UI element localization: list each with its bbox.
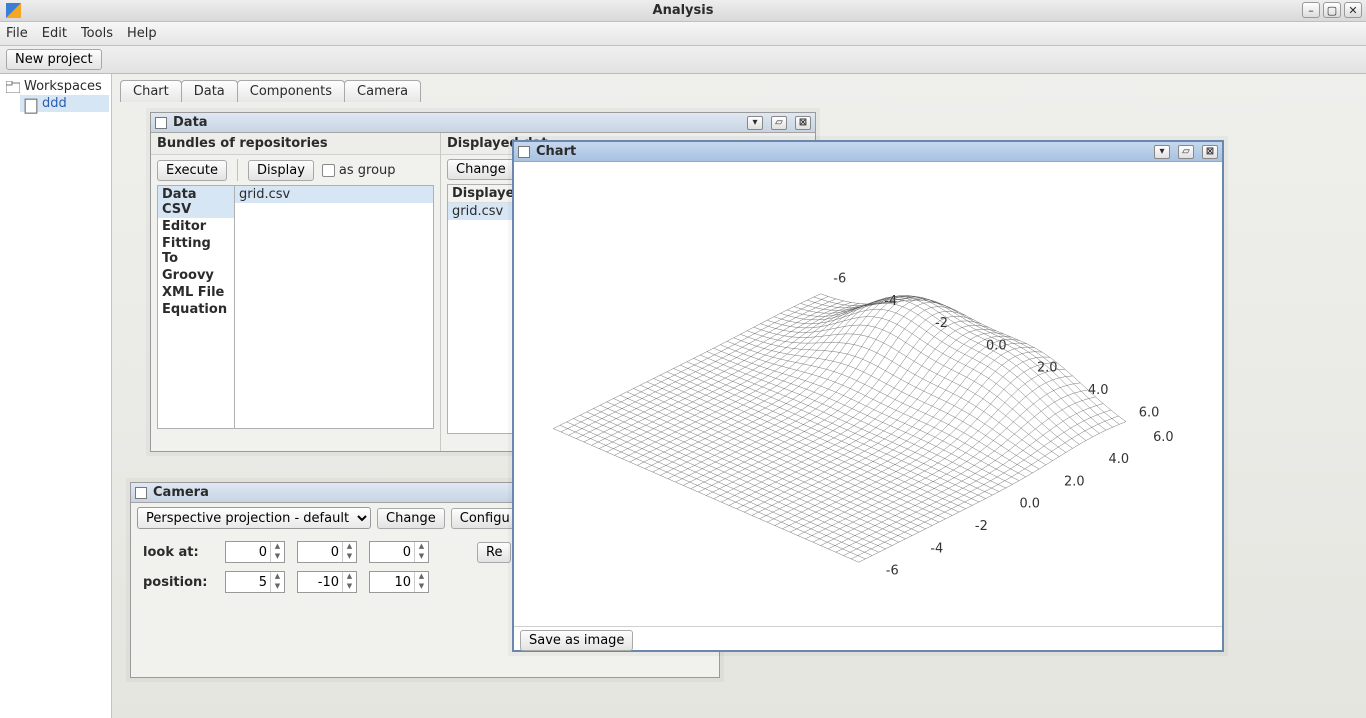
position-y-input[interactable] <box>298 575 342 590</box>
data-window-header[interactable]: Data ▾ ▱ ⊠ <box>151 113 815 133</box>
chart-window-title: Chart <box>536 144 576 159</box>
lookat-z-input[interactable] <box>370 545 414 560</box>
as-group-checkbox[interactable]: as group <box>322 163 396 178</box>
position-x-input[interactable] <box>226 575 270 590</box>
maximize-icon[interactable]: ▱ <box>771 116 787 130</box>
lookat-y-input[interactable] <box>298 545 342 560</box>
lookat-x-input[interactable] <box>226 545 270 560</box>
execute-button[interactable]: Execute <box>157 160 227 181</box>
menu-tools[interactable]: Tools <box>81 26 113 41</box>
position-z-input[interactable] <box>370 575 414 590</box>
display-button[interactable]: Display <box>248 160 314 181</box>
main-area: Workspaces ddd Chart Data Components Cam… <box>0 74 1366 718</box>
toolbar: New project <box>0 46 1366 74</box>
window-icon <box>518 146 530 158</box>
tab-camera[interactable]: Camera <box>344 80 421 102</box>
chart-window[interactable]: Chart ▾ ▱ ⊠ -6 -6 -4 -4 -2 -2 0.0 0.0 2.0 2.0 4.0 4… <box>512 140 1224 652</box>
chart-footer: Save as image <box>514 626 1222 654</box>
tree-root[interactable]: Workspaces <box>2 78 109 95</box>
svg-text:-6: -6 <box>886 564 899 579</box>
position-y-spinner[interactable]: ▲▼ <box>297 571 357 593</box>
menu-file[interactable]: File <box>6 26 28 41</box>
tab-data[interactable]: Data <box>181 80 238 102</box>
new-project-button[interactable]: New project <box>6 49 102 70</box>
lookat-x-spinner[interactable]: ▲▼ <box>225 541 285 563</box>
tree-root-label: Workspaces <box>24 79 102 94</box>
workspace-canvas: Chart Data Components Camera Data ▾ ▱ ⊠ … <box>112 74 1366 718</box>
iconify-icon[interactable]: ▾ <box>747 116 763 130</box>
repository-file-list[interactable]: grid.csv <box>235 185 434 429</box>
tab-chart[interactable]: Chart <box>120 80 182 102</box>
window-buttons: – ▢ ✕ <box>1302 2 1362 18</box>
tab-components[interactable]: Components <box>237 80 345 102</box>
position-x-spinner[interactable]: ▲▼ <box>225 571 285 593</box>
list-item[interactable]: Fitting To <box>158 235 234 267</box>
tree-child[interactable]: ddd <box>20 95 109 112</box>
svg-text:6.0: 6.0 <box>1139 405 1160 420</box>
lookat-label: look at: <box>143 545 213 560</box>
view-tabs: Chart Data Components Camera <box>120 80 1366 102</box>
repository-type-list[interactable]: Data CSV Editor Fitting To Groovy XML Fi… <box>157 185 235 429</box>
menu-help[interactable]: Help <box>127 26 157 41</box>
camera-reset-button[interactable]: Re <box>477 542 511 563</box>
close-button[interactable]: ✕ <box>1344 2 1362 18</box>
maximize-icon[interactable]: ▱ <box>1178 145 1194 159</box>
chart-window-header[interactable]: Chart ▾ ▱ ⊠ <box>514 142 1222 162</box>
window-title: Analysis <box>653 3 714 18</box>
svg-text:0.0: 0.0 <box>1019 497 1040 512</box>
svg-text:-2: -2 <box>935 316 948 331</box>
menubar: File Edit Tools Help <box>0 22 1366 46</box>
lookat-y-spinner[interactable]: ▲▼ <box>297 541 357 563</box>
svg-text:6.0: 6.0 <box>1153 430 1174 445</box>
file-icon <box>24 98 38 110</box>
change-displayed-button[interactable]: Change <box>447 159 515 180</box>
list-item[interactable]: XML File <box>158 284 234 301</box>
position-label: position: <box>143 575 213 590</box>
close-icon[interactable]: ⊠ <box>1202 145 1218 159</box>
os-titlebar: Analysis – ▢ ✕ <box>0 0 1366 22</box>
iconify-icon[interactable]: ▾ <box>1154 145 1170 159</box>
svg-text:4.0: 4.0 <box>1109 452 1130 467</box>
minimize-button[interactable]: – <box>1302 2 1320 18</box>
camera-window-title: Camera <box>153 485 209 500</box>
lookat-z-spinner[interactable]: ▲▼ <box>369 541 429 563</box>
svg-text:0.0: 0.0 <box>986 338 1007 353</box>
folder-icon <box>6 81 20 93</box>
list-item[interactable]: Data CSV <box>158 186 234 218</box>
list-item[interactable]: grid.csv <box>235 186 433 203</box>
window-icon <box>155 117 167 129</box>
chart-3d-canvas[interactable]: -6 -6 -4 -4 -2 -2 0.0 0.0 2.0 2.0 4.0 4.0 6.0 6.0 <box>514 162 1222 622</box>
list-item[interactable]: Equation <box>158 301 234 318</box>
svg-text:2.0: 2.0 <box>1037 361 1058 376</box>
menu-edit[interactable]: Edit <box>42 26 67 41</box>
svg-text:-6: -6 <box>833 272 846 287</box>
position-z-spinner[interactable]: ▲▼ <box>369 571 429 593</box>
camera-configure-button[interactable]: Configu <box>451 508 519 529</box>
svg-text:-4: -4 <box>930 541 943 556</box>
svg-text:4.0: 4.0 <box>1088 383 1109 398</box>
maximize-button[interactable]: ▢ <box>1323 2 1341 18</box>
as-group-label: as group <box>339 163 396 178</box>
data-window-title: Data <box>173 115 208 130</box>
workspace-tree: Workspaces ddd <box>0 74 112 718</box>
tree-child-label: ddd <box>42 96 67 111</box>
svg-text:-4: -4 <box>884 294 897 309</box>
save-as-image-button[interactable]: Save as image <box>520 630 633 651</box>
bundles-header: Bundles of repositories <box>151 133 440 155</box>
projection-select[interactable]: Perspective projection - default <box>137 507 371 529</box>
list-item[interactable]: Groovy <box>158 267 234 284</box>
app-icon <box>6 3 21 18</box>
close-icon[interactable]: ⊠ <box>795 116 811 130</box>
svg-text:-2: -2 <box>975 519 988 534</box>
camera-change-button[interactable]: Change <box>377 508 445 529</box>
svg-text:2.0: 2.0 <box>1064 474 1085 489</box>
window-icon <box>135 487 147 499</box>
list-item[interactable]: Editor <box>158 218 234 235</box>
